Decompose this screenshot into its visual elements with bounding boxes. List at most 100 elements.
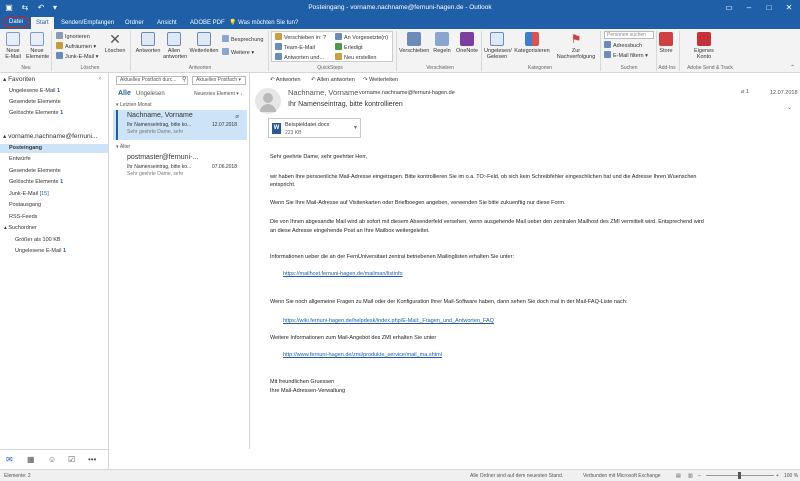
view-reading-icon[interactable]: ▥ [688, 473, 693, 479]
meeting-button[interactable]: Besprechung [222, 35, 263, 44]
sort-dropdown[interactable]: Neuestes Element ▾ ↓ [194, 91, 243, 97]
minimize-button[interactable]: – [742, 2, 756, 14]
forward-button[interactable]: Weiterleiten [187, 32, 221, 54]
maximize-button[interactable]: □ [762, 2, 776, 14]
tab-ansicht[interactable]: Ansicht [152, 17, 182, 29]
search-folders-header[interactable]: ▴ Suchordner [4, 225, 37, 231]
search-scope-dropdown[interactable]: Aktuelles Postfach ▾ [192, 76, 246, 85]
group-label-verschieben: Verschieben [426, 65, 454, 71]
ribbon-display-options-icon[interactable]: ▭ [722, 2, 736, 14]
onenote-button[interactable]: OneNote [455, 32, 479, 54]
junk-button[interactable]: Junk-E-Mail ▾ [56, 52, 98, 61]
fav-item-sent[interactable]: Gesendete Elemente [9, 99, 61, 105]
quickstep-label: An Vorgesetzte(n) [344, 35, 389, 41]
unread-read-button[interactable]: Ungelesen/ Gelesen [484, 32, 512, 60]
search-people-input[interactable]: Personen suchen [604, 31, 654, 39]
delete-x-icon: ✕ [109, 31, 121, 47]
view-normal-icon[interactable]: ▤ [676, 473, 681, 479]
close-button[interactable]: ✕ [782, 2, 796, 14]
folder-item-drafts[interactable]: Entwürfe [9, 156, 31, 162]
more-modules-icon[interactable]: ••• [88, 455, 96, 464]
folder-item-junk[interactable]: Junk-E-Mail [15] [9, 191, 49, 197]
filter-all[interactable]: Alle [118, 90, 131, 97]
folder-item-deleted[interactable]: Gelöschte Elemente 1 [9, 179, 63, 185]
zoom-in-button[interactable]: + [776, 473, 779, 479]
message-item-1[interactable]: Nachname, Vorname ⌀ Ihr Namenseintrag, b… [113, 110, 247, 140]
mailman-link[interactable]: https://mailhost.fernuni-hagen.de/mailma… [283, 271, 403, 277]
collapse-ribbon-icon[interactable]: ⌃ [790, 64, 795, 71]
group-label-suchen: Suchen [620, 65, 638, 71]
quickstep-reply-delete[interactable]: Antworten und... [275, 53, 324, 62]
attachment-dropdown-icon[interactable]: ▾ [354, 124, 357, 131]
follow-up-button[interactable]: ⚑ Zur Nachverfolgung [556, 32, 596, 60]
tell-me-box[interactable]: 💡 Was möchten Sie tun? [224, 17, 303, 29]
envelope-icon [6, 32, 20, 46]
move-button[interactable]: Verschieben [399, 32, 429, 54]
tasks-module-icon[interactable]: ☑ [68, 455, 75, 464]
mailbox-search-input[interactable]: Aktuelles Postfach durc... [116, 76, 188, 85]
group-header-older[interactable]: ▾ Älter [116, 144, 130, 150]
people-module-icon[interactable]: ☺ [48, 455, 56, 464]
rules-button[interactable]: Regeln [431, 32, 453, 54]
forward-action[interactable]: ↷ Weiterleiten [363, 77, 398, 83]
cleanup-button[interactable]: Aufräumen ▾ [56, 42, 96, 51]
quickstep-team-email[interactable]: Team-E-Mail [275, 43, 315, 52]
mail-module-icon[interactable]: ✉ [6, 455, 13, 464]
calendar-module-icon[interactable]: ▦ [27, 455, 35, 464]
adobe-account-button[interactable]: Eigenes Konto [690, 32, 718, 60]
folder-item-inbox[interactable]: Posteingang [9, 145, 42, 151]
sender-name[interactable]: Nachname, Vorname [288, 88, 358, 97]
fav-item-unread[interactable]: Ungelesene E-Mail 1 [9, 88, 60, 94]
tab-senden-empfangen[interactable]: Senden/Empfangen [56, 17, 119, 29]
delete-button[interactable]: ✕ Löschen [103, 32, 127, 54]
group-header-recent[interactable]: ▾ Letzten Monat [116, 102, 152, 108]
quickstep-to-manager[interactable]: An Vorgesetzte(n) [335, 33, 388, 42]
reply-all-button[interactable]: Allen antworten [163, 32, 187, 60]
tab-adobe-pdf[interactable]: ADOBE PDF [185, 17, 230, 29]
fav-item-deleted[interactable]: Gelöschte Elemente 1 [9, 110, 63, 116]
tab-ordner[interactable]: Ordner [120, 17, 149, 29]
quickstep-done[interactable]: Erledigt [335, 43, 363, 52]
title-bar: ▣ ⇆ ↶ ▾ Posteingang - vorname.nachname@f… [0, 0, 800, 16]
store-button[interactable]: Store [658, 32, 674, 54]
tab-datei[interactable]: Datei [3, 17, 30, 28]
new-items-button[interactable]: Neue Elemente [26, 32, 49, 60]
recipient-address[interactable]: vorname.nachname@fernuni-hagen.de [359, 90, 455, 96]
quickstep-move-to[interactable]: Verschieben in: ? [275, 33, 326, 42]
folder-item-sent[interactable]: Gesendete Elemente [9, 168, 61, 174]
categorize-button[interactable]: Kategorisieren [512, 32, 552, 54]
new-items-icon [30, 32, 44, 46]
message-item-2[interactable]: postmaster@fernuni-... Ihr Namenseintrag… [113, 152, 247, 182]
zmi-mail-link[interactable]: http://www.fernuni-hagen.de/zmi/produkte… [283, 352, 442, 358]
search-folder-unread[interactable]: Ungelesene E-Mail 1 [15, 248, 66, 254]
reply-button[interactable]: Antworten [134, 32, 162, 54]
reply-all-action[interactable]: ↶ Allen antworten [311, 77, 355, 83]
address-book-button[interactable]: Adressbuch [604, 41, 642, 50]
account-header[interactable]: ▴ vorname.nachname@fernuni... [3, 132, 97, 140]
collapse-folder-pane-icon[interactable]: ‹ [99, 76, 101, 82]
quickstep-create-new[interactable]: Neu erstellen [335, 53, 376, 62]
body-paragraph: entspricht. [270, 182, 296, 188]
ignore-button[interactable]: Ignorieren [56, 32, 90, 41]
folder-label: Posteingang [9, 145, 43, 151]
lightning-icon [335, 53, 342, 60]
folder-item-outbox[interactable]: Postausgang [9, 202, 41, 208]
expand-header-icon[interactable]: ⌄ [787, 104, 792, 111]
search-icon[interactable]: ⚲ [182, 76, 186, 83]
folder-item-rss[interactable]: RSS-Feeds [9, 214, 37, 220]
search-folder-large[interactable]: Größer als 100 KB [15, 237, 61, 243]
zoom-slider-thumb[interactable] [738, 472, 741, 479]
body-paragraph: Wenn Sie noch allgemeine Fragen zu Mail … [270, 299, 628, 305]
zoom-out-button[interactable]: – [698, 473, 701, 479]
more-respond-button[interactable]: Weitere ▾ [222, 48, 254, 57]
new-email-button[interactable]: Neue E-Mail [3, 32, 23, 60]
quickstep-label: Neu erstellen [344, 55, 377, 61]
reply-action[interactable]: ↶ Antworten [270, 77, 301, 83]
filter-unread[interactable]: Ungelesen [136, 91, 165, 97]
attachment-card[interactable]: W Beispieldatei.docx 223 KB ▾ [268, 118, 361, 138]
faq-link[interactable]: https://wiki.fernuni-hagen.de/helpdesk/i… [283, 318, 494, 324]
tab-start[interactable]: Start [31, 17, 54, 29]
filter-email-button[interactable]: E-Mail filtern ▾ [604, 51, 648, 60]
favorites-header[interactable]: ▴ Favoriten [3, 75, 35, 83]
account-label: vorname.nachname@fernuni... [8, 133, 98, 140]
